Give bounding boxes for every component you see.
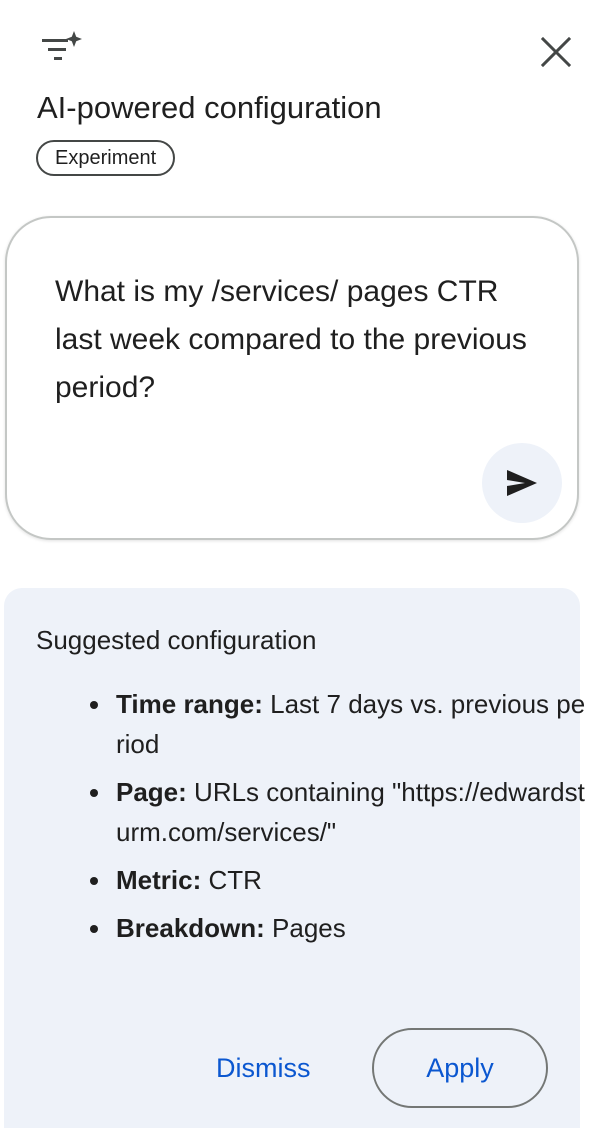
config-value: URLs containing "https://edwardsturm.com… [116,777,585,847]
send-button[interactable] [482,443,562,523]
config-key: Metric: [116,865,202,895]
dismiss-button[interactable]: Dismiss [200,1030,327,1106]
prompt-text[interactable]: What is my /services/ pages CTR last wee… [55,268,545,412]
panel-title: AI-powered configuration [37,90,382,125]
list-item: Time range: Last 7 days vs. previous per… [90,684,586,764]
config-key: Page: [116,777,187,807]
close-button[interactable] [534,30,578,74]
experiment-badge: Experiment [36,140,176,176]
send-icon [507,470,537,496]
list-item: Page: URLs containing "https://edwardstu… [90,772,586,852]
config-key: Time range: [116,689,263,719]
bullet-icon [90,877,98,885]
bullet-icon [90,789,98,797]
apply-button[interactable]: Apply [372,1028,548,1108]
close-icon [541,37,571,67]
configuration-list: Time range: Last 7 days vs. previous per… [84,684,586,956]
config-key: Breakdown: [116,913,265,943]
bullet-icon [90,701,98,709]
suggested-configuration-card: Suggested configuration Time range: Last… [4,588,585,1128]
list-item: Metric: CTR [90,860,586,900]
config-value: CTR [208,865,262,895]
filter-sparkle-icon [40,30,84,66]
suggestion-title: Suggested configuration [36,625,317,655]
ai-configuration-panel: AI-powered configuration Experiment What… [0,0,596,1128]
prompt-input-box[interactable]: What is my /services/ pages CTR last wee… [5,216,579,540]
list-item: Breakdown: Pages [90,908,586,948]
bullet-icon [90,925,98,933]
config-value: Pages [272,913,346,943]
